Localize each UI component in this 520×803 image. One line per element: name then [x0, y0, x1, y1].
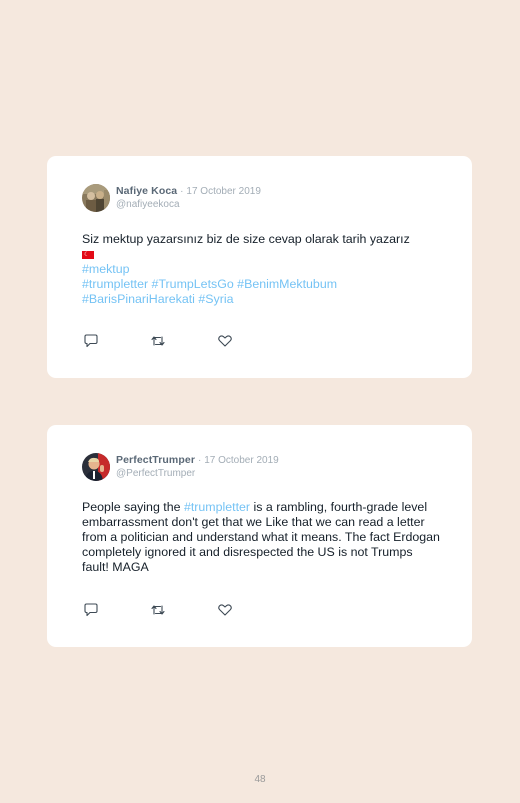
reply-icon[interactable] [83, 603, 99, 617]
reply-icon[interactable] [83, 334, 99, 348]
author-handle[interactable]: @PerfectTrumper [116, 468, 195, 480]
tweet-text: Siz mektup yazarsınız biz de size cevap … [82, 232, 442, 307]
tweet-card: Nafiye Koca · 17 October 2019 @nafiyeeko… [47, 156, 472, 378]
hashtag-line[interactable]: #BarisPinariHarekati #Syria [82, 292, 442, 307]
like-icon[interactable] [217, 334, 233, 348]
author-handle[interactable]: @nafiyeekoca [116, 199, 180, 211]
retweet-icon[interactable] [150, 603, 166, 617]
hashtag-line[interactable]: #mektup [82, 262, 442, 277]
hashtag-line[interactable]: #trumpletter #TrumpLetsGo #BenimMektubum [82, 277, 442, 292]
tweet-date[interactable]: 17 October 2019 [186, 186, 261, 197]
tweet-text-segment: People saying the [82, 500, 184, 514]
retweet-icon[interactable] [150, 334, 166, 348]
separator-dot: · [180, 186, 184, 197]
author-name[interactable]: PerfectTrumper [116, 454, 195, 466]
tweet-card: PerfectTrumper · 17 October 2019 @Perfec… [47, 425, 472, 647]
page-number: 48 [254, 774, 266, 785]
flag-line: ☾ [82, 247, 442, 262]
hashtag-link[interactable]: #trumpletter [184, 500, 250, 514]
turkish-flag-icon: ☾ [82, 251, 94, 260]
avatar[interactable] [82, 184, 110, 212]
tweet-text: People saying the #trumpletter is a ramb… [82, 500, 442, 575]
tweet-date[interactable]: 17 October 2019 [204, 455, 279, 466]
tweet-actions [83, 334, 283, 348]
tweet-text-line: Siz mektup yazarsınız biz de size cevap … [82, 232, 410, 246]
avatar[interactable] [82, 453, 110, 481]
name-line: PerfectTrumper · 17 October 2019 [116, 454, 279, 467]
separator-dot: · [197, 455, 202, 466]
name-line: Nafiye Koca · 17 October 2019 [116, 185, 261, 198]
author-name[interactable]: Nafiye Koca [116, 185, 177, 197]
like-icon[interactable] [217, 603, 233, 617]
tweet-actions [83, 603, 283, 617]
